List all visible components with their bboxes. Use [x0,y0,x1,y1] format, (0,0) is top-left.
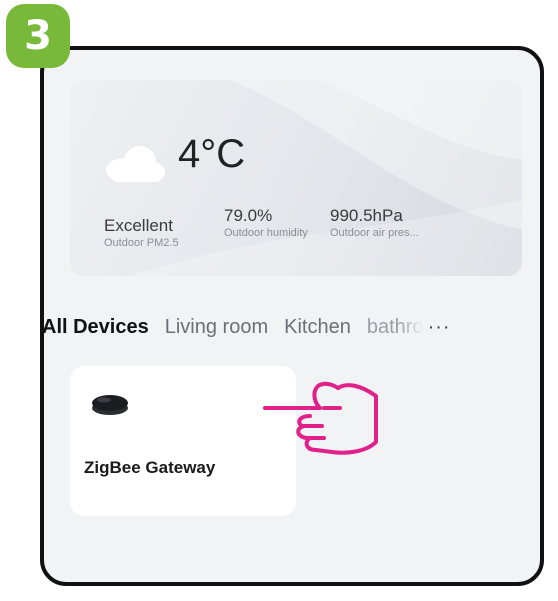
more-icon[interactable]: ··· [428,316,451,339]
tab-bathroom[interactable]: bathro [367,316,424,339]
gateway-icon [92,395,128,415]
stat-humidity-label: Outdoor humidity [224,227,308,239]
stat-air-pressure-value: 990.5hPa [330,206,403,225]
stat-humidity: 79.0% Outdoor humidity [224,206,314,250]
step-badge: 3 [6,4,70,68]
tab-living-room[interactable]: Living room [165,316,268,339]
temperature-value: 4°C [178,132,246,176]
weather-card[interactable]: 4°C Excellent Outdoor PM2.5 79.0% Outdoo… [70,80,522,276]
stat-humidity-value: 79.0% [224,206,273,225]
cloud-icon [106,146,165,182]
stat-pm25-value: Excellent [104,216,173,235]
stat-pm25: Excellent Outdoor PM2.5 [104,206,208,250]
weather-stats: Excellent Outdoor PM2.5 79.0% Outdoor hu… [104,206,468,250]
tab-kitchen[interactable]: Kitchen [284,316,351,339]
room-tabs: All Devices Living room Kitchen bathro ·… [44,312,540,342]
tab-all-devices[interactable]: All Devices [44,316,149,339]
stat-pm25-label: Outdoor PM2.5 [104,237,179,249]
phone-screen: 4°C Excellent Outdoor PM2.5 79.0% Outdoo… [40,46,544,586]
stat-air-pressure-label: Outdoor air pres... [330,227,419,239]
pointing-hand-icon [263,381,378,455]
device-name: ZigBee Gateway [84,458,216,477]
instruction-stage: 3 4°C Excellent Outdoor PM2.5 79.0% Outd… [0,0,558,601]
stat-air-pressure: 990.5hPa Outdoor air pres... [330,206,468,250]
